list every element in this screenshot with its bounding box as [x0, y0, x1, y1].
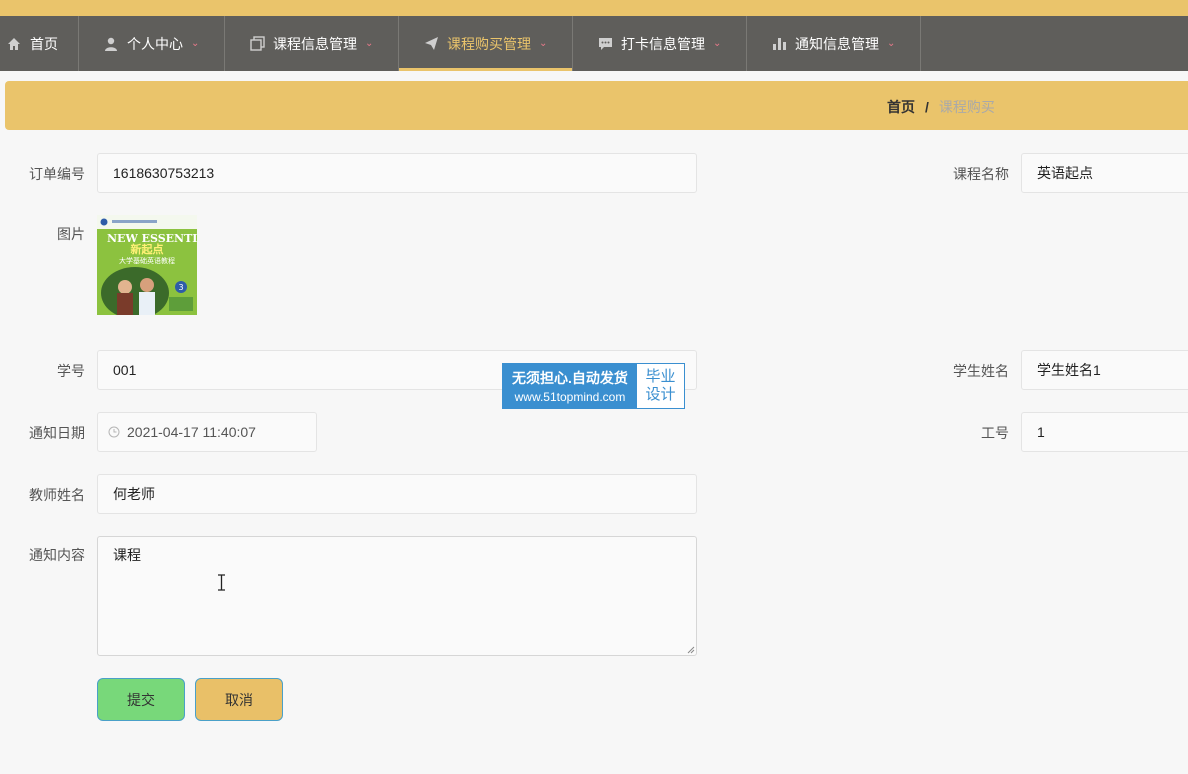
breadcrumb-current: 课程购买	[938, 99, 995, 115]
text-cursor-icon	[217, 574, 226, 594]
nav-item-label: 课程信息管理	[273, 35, 357, 52]
send-icon	[423, 36, 439, 52]
notice-content-label: 通知内容	[29, 547, 85, 563]
copy-icon	[249, 36, 265, 52]
notice-date-value: 2021-04-17 11:40:07	[127, 424, 256, 440]
chevron-down-icon: ⌄	[713, 38, 722, 49]
bar-chart-icon	[771, 36, 787, 52]
course-cover-image[interactable]: NEW ESSENTIAL 新起点 大学基础英语教程 3	[97, 215, 197, 315]
submit-button[interactable]: 提交	[97, 678, 185, 721]
teacher-name-label: 教师姓名	[29, 487, 85, 503]
student-no-label: 学号	[57, 363, 85, 379]
nav-item-course-info[interactable]: 课程信息管理 ⌄	[225, 16, 399, 71]
top-nav: 首页 个人中心 ⌄ 课程信息管理 ⌄ 课程购买管理 ⌄ 打卡信息管理 ⌄ 通知信…	[0, 16, 1188, 71]
watermark-line1: 无须担心.自动发货	[512, 370, 628, 386]
user-icon	[103, 36, 119, 52]
chevron-down-icon: ⌄	[365, 38, 374, 49]
order-no-field[interactable]: 1618630753213	[97, 153, 697, 193]
cancel-button[interactable]: 取消	[195, 678, 283, 721]
nav-item-checkin-info[interactable]: 打卡信息管理 ⌄	[573, 16, 747, 71]
watermark-right: 毕业 设计	[637, 364, 684, 408]
nav-item-label: 个人中心	[127, 35, 183, 52]
home-icon	[6, 36, 22, 52]
nav-item-label: 打卡信息管理	[621, 35, 705, 52]
nav-item-notice-info[interactable]: 通知信息管理 ⌄	[747, 16, 921, 71]
notice-content-textarea[interactable]: 课程	[97, 536, 697, 656]
nav-item-label: 首页	[30, 35, 58, 52]
watermark-right1: 毕业	[645, 368, 676, 385]
resize-handle-icon[interactable]	[686, 645, 695, 654]
nav-item-personal-center[interactable]: 个人中心 ⌄	[79, 16, 225, 71]
student-name-label: 学生姓名	[953, 363, 1009, 379]
course-name-label: 课程名称	[953, 166, 1009, 182]
chat-icon	[597, 36, 613, 52]
chevron-down-icon: ⌄	[191, 38, 200, 49]
cover-title: 新起点	[131, 242, 164, 256]
student-name-field[interactable]: 学生姓名1	[1021, 350, 1188, 390]
work-no-field[interactable]: 1	[1021, 412, 1188, 452]
cover-subtitle: 大学基础英语教程	[119, 256, 175, 265]
watermark-badge: 无须担心.自动发货 www.51topmind.com 毕业 设计	[502, 363, 685, 409]
nav-item-label: 通知信息管理	[795, 35, 879, 52]
work-no-label: 工号	[981, 425, 1009, 441]
breadcrumb-home[interactable]: 首页	[887, 97, 915, 117]
breadcrumb: 首页 / 课程购买	[887, 97, 995, 117]
top-strip	[0, 0, 1188, 16]
chevron-down-icon: ⌄	[887, 38, 896, 49]
course-name-field[interactable]: 英语起点	[1021, 153, 1188, 193]
breadcrumb-bar: 首页 / 课程购买	[5, 81, 1188, 130]
clock-icon	[108, 426, 120, 438]
nav-item-course-purchase[interactable]: 课程购买管理 ⌄	[399, 16, 573, 71]
watermark-right2: 设计	[645, 386, 676, 403]
nav-item-home[interactable]: 首页	[0, 16, 79, 71]
breadcrumb-separator: /	[925, 99, 929, 115]
cover-number: 3	[178, 283, 183, 292]
notice-date-picker[interactable]: 2021-04-17 11:40:07	[97, 412, 317, 452]
order-no-label: 订单编号	[29, 166, 85, 182]
image-label: 图片	[57, 226, 85, 242]
watermark-left: 无须担心.自动发货 www.51topmind.com	[503, 364, 637, 408]
nav-item-label: 课程购买管理	[447, 35, 531, 52]
notice-date-label: 通知日期	[29, 425, 85, 441]
teacher-name-field[interactable]: 何老师	[97, 474, 697, 514]
chevron-down-icon: ⌄	[539, 38, 548, 49]
watermark-line2: www.51topmind.com	[514, 390, 626, 404]
